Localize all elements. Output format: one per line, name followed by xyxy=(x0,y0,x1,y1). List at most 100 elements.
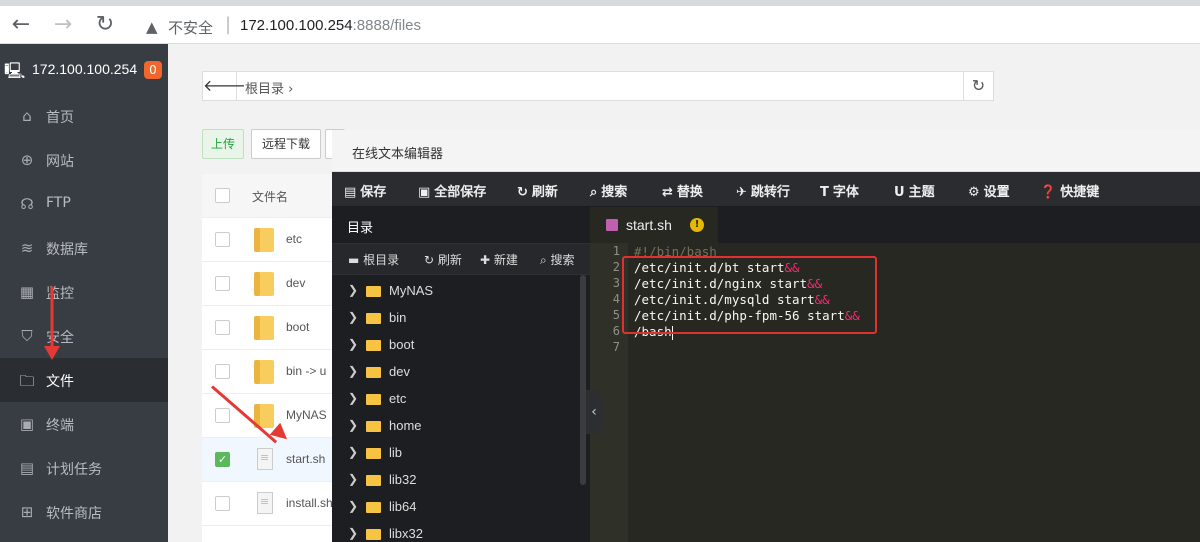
file-name[interactable]: start.sh xyxy=(286,452,325,466)
sidebar-item-terminal[interactable]: ▣ 终端 xyxy=(0,402,168,446)
online-text-editor: 在线文本编辑器 ▤ 保存 ▣ 全部保存 ↻ 刷新 ⌕ 搜索 ⇄ 替换 ✈ 跳转行 T 字体 U… xyxy=(332,130,1200,542)
row-checkbox[interactable] xyxy=(215,320,230,335)
goto-line-label: 跳转行 xyxy=(750,185,790,200)
tree-refresh-button[interactable]: ↻ 刷新 xyxy=(424,251,462,268)
notification-badge[interactable]: 0 xyxy=(144,61,162,79)
tree-item[interactable]: ❯ lib32 xyxy=(332,467,580,494)
tree-new-label: 新建 xyxy=(493,253,518,267)
save-button[interactable]: ▤ 保存 xyxy=(344,181,386,200)
tree-item-label: bin xyxy=(389,310,407,325)
sidebar-item-monitor[interactable]: ▦ 监控 xyxy=(0,270,168,314)
tree-item[interactable]: ❯ lib64 xyxy=(332,494,580,521)
search-icon: ⌕ xyxy=(590,185,598,200)
file-name[interactable]: dev xyxy=(286,276,305,290)
tree-item[interactable]: ❯ dev xyxy=(332,359,580,386)
tree-new-button[interactable]: ✚ 新建 xyxy=(480,251,518,268)
chevron-right-icon[interactable]: ❯ xyxy=(348,391,358,405)
font-button[interactable]: T 字体 xyxy=(820,181,859,200)
remote-download-button[interactable]: 远程下载 xyxy=(251,129,321,159)
sidebar-item-website[interactable]: ⊕ 网站 xyxy=(0,138,168,182)
forward-arrow-icon[interactable]: → xyxy=(50,12,76,38)
sidebar-item-security[interactable]: ⛉ 安全 xyxy=(0,314,168,358)
tree-root-button[interactable]: ▬ 根目录 xyxy=(348,251,399,268)
theme-button[interactable]: U 主题 xyxy=(894,181,935,200)
chevron-right-icon[interactable]: ❯ xyxy=(348,418,358,432)
tree-header: 目录 xyxy=(332,207,590,243)
sidebar-item-database[interactable]: ≋ 数据库 xyxy=(0,226,168,270)
row-checkbox[interactable]: ✓ xyxy=(215,452,230,467)
search-button[interactable]: ⌕ 搜索 xyxy=(590,181,627,200)
tree-item-label: MyNAS xyxy=(389,283,434,298)
insecure-label[interactable]: 不安全 xyxy=(168,17,213,38)
sidebar-item-label: 计划任务 xyxy=(46,462,102,478)
tree-item[interactable]: ❯ boot xyxy=(332,332,580,359)
folder-icon xyxy=(366,286,381,297)
tree-item[interactable]: ❯ bin xyxy=(332,305,580,332)
sidebar-item-ftp[interactable]: ☊ FTP xyxy=(0,182,168,226)
server-info[interactable]: 🖳 172.100.100.254 0 xyxy=(0,56,168,86)
calendar-icon: ▤ xyxy=(19,459,35,477)
chevron-right-icon[interactable]: ❯ xyxy=(348,337,358,351)
tree-item-label: lib32 xyxy=(389,472,417,487)
column-header-filename[interactable]: 文件名 xyxy=(252,188,288,205)
address-bar[interactable]: 172.100.100.254:8888/files xyxy=(240,17,421,34)
select-all-checkbox[interactable] xyxy=(215,188,230,203)
collapse-tree-handle[interactable]: ‹ xyxy=(586,390,602,434)
line-number: 2 xyxy=(612,260,620,274)
font-icon: T xyxy=(820,185,829,200)
tree-scrollbar[interactable] xyxy=(580,275,586,485)
url-path: :8888/files xyxy=(352,17,422,34)
chevron-right-icon[interactable]: ❯ xyxy=(348,283,358,297)
shortcuts-button[interactable]: ❓ 快捷键 xyxy=(1040,181,1099,200)
tree-item[interactable]: ❯ MyNAS xyxy=(332,278,580,305)
file-name[interactable]: bin -> u xyxy=(286,364,326,378)
reload-icon[interactable]: ↻ xyxy=(92,12,118,38)
gear-icon: ⚙ xyxy=(968,185,980,200)
settings-button[interactable]: ⚙ 设置 xyxy=(968,181,1010,200)
row-checkbox[interactable] xyxy=(215,496,230,511)
sidebar-item-files[interactable]: 🗀 文件 xyxy=(0,358,168,402)
sidebar-item-cron[interactable]: ▤ 计划任务 xyxy=(0,446,168,490)
tree-item[interactable]: ❯ etc xyxy=(332,386,580,413)
tab-start-sh[interactable]: start.sh ! xyxy=(590,207,718,243)
row-checkbox[interactable] xyxy=(215,408,230,423)
sidebar-item-label: 网站 xyxy=(46,154,74,170)
breadcrumb-root[interactable]: 根目录 › xyxy=(245,78,293,97)
file-name[interactable]: etc xyxy=(286,232,302,246)
back-arrow-icon[interactable]: 🡐 xyxy=(203,72,246,100)
back-arrow-icon[interactable]: ← xyxy=(8,12,34,38)
refresh-icon[interactable]: ↻ xyxy=(963,72,993,100)
tree-toolbar: ▬ 根目录 ↻ 刷新 ✚ 新建 ⌕ 搜索 xyxy=(332,243,590,275)
row-checkbox[interactable] xyxy=(215,276,230,291)
plus-icon: ✚ xyxy=(480,253,494,267)
row-checkbox[interactable] xyxy=(215,232,230,247)
file-icon xyxy=(257,448,273,470)
tree-item[interactable]: ❯ libx32 xyxy=(332,521,580,542)
save-icon: ▤ xyxy=(344,185,357,200)
save-all-button[interactable]: ▣ 全部保存 xyxy=(418,181,486,200)
chevron-right-icon[interactable]: ❯ xyxy=(348,445,358,459)
sidebar-item-appstore[interactable]: ⊞ 软件商店 xyxy=(0,490,168,534)
replace-button[interactable]: ⇄ 替换 xyxy=(662,181,703,200)
upload-button[interactable]: 上传 xyxy=(202,129,244,159)
sidebar-item-home[interactable]: ⌂ 首页 xyxy=(0,94,168,138)
chevron-right-icon[interactable]: ❯ xyxy=(348,499,358,513)
unsaved-warning-icon[interactable]: ! xyxy=(690,218,704,232)
chevron-right-icon[interactable]: ❯ xyxy=(348,364,358,378)
tree-search-button[interactable]: ⌕ 搜索 xyxy=(540,251,575,268)
tree-item[interactable]: ❯ home xyxy=(332,413,580,440)
file-name[interactable]: MyNAS xyxy=(286,408,327,422)
file-name[interactable]: boot xyxy=(286,320,309,334)
replace-icon: ⇄ xyxy=(662,185,673,200)
chevron-right-icon[interactable]: ❯ xyxy=(348,472,358,486)
chevron-right-icon[interactable]: ❯ xyxy=(348,526,358,540)
tree-item[interactable]: ❯ lib xyxy=(332,440,580,467)
chevron-right-icon[interactable]: ❯ xyxy=(348,310,358,324)
tree-item-label: home xyxy=(389,418,422,433)
line-number: 5 xyxy=(612,308,620,322)
goto-line-button[interactable]: ✈ 跳转行 xyxy=(736,181,790,200)
refresh-label: 刷新 xyxy=(531,185,558,200)
file-name[interactable]: install.sh xyxy=(286,496,333,510)
row-checkbox[interactable] xyxy=(215,364,230,379)
refresh-button[interactable]: ↻ 刷新 xyxy=(517,181,558,200)
